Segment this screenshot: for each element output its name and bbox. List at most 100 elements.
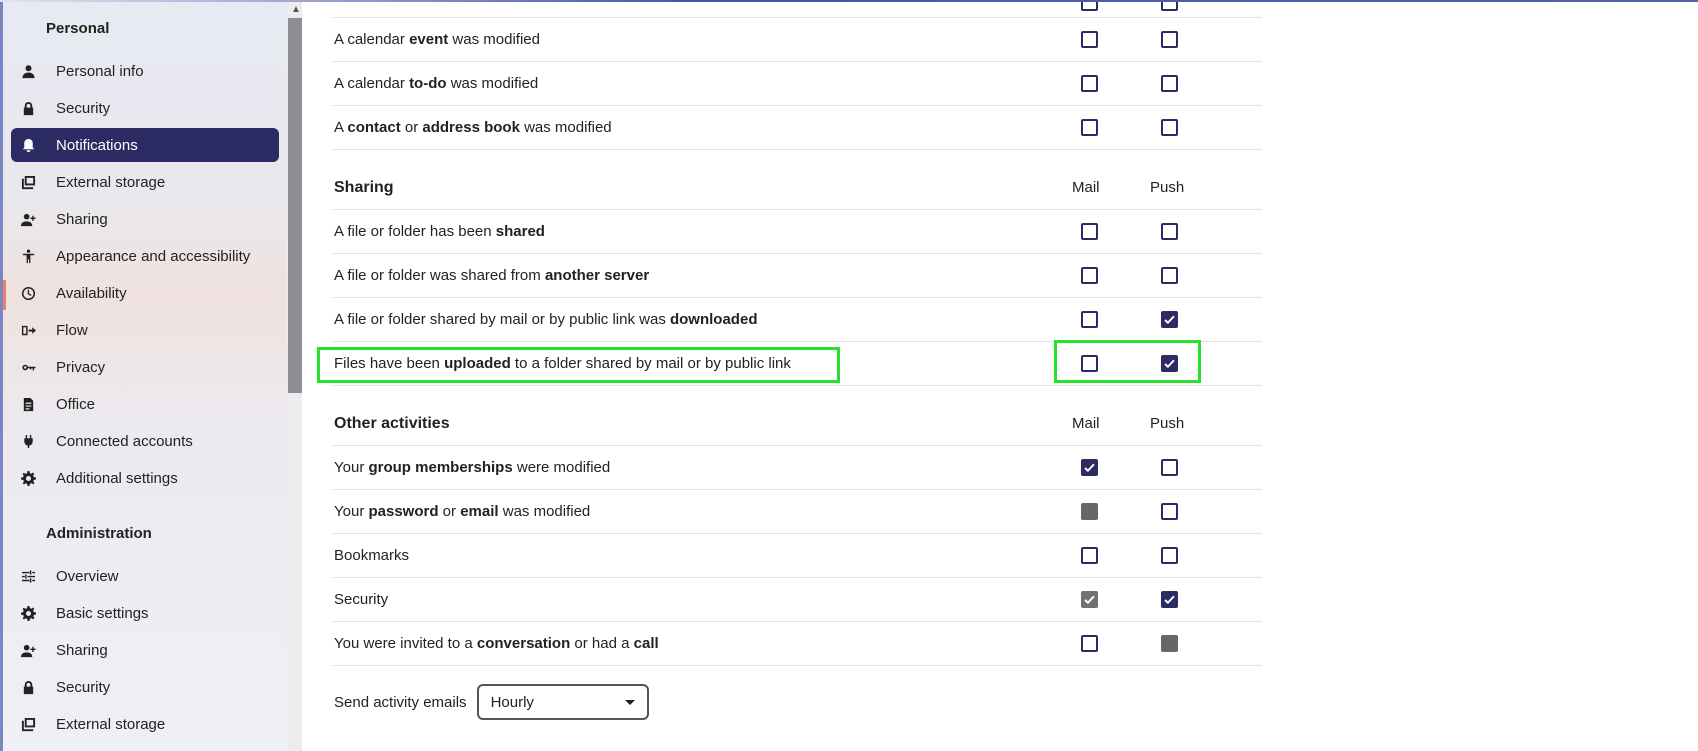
label-emphasis: address book (422, 119, 520, 136)
sidebar-item-label: Sharing (56, 210, 108, 228)
mail-checkbox[interactable] (1081, 355, 1098, 372)
notification-label: A file or folder shared by mail or by pu… (334, 311, 757, 328)
label-text: was modified (448, 31, 540, 48)
label-text: was modified (519, 119, 612, 136)
mail-checkbox[interactable] (1081, 503, 1098, 520)
label-text: A file or folder shared by mail or by pu… (334, 311, 670, 328)
settings-sidebar: Personal Personal info Security Notifica… (0, 0, 302, 751)
table-row: A file or folder was shared from another… (332, 254, 1262, 298)
accessibility-icon (20, 248, 36, 264)
push-checkbox[interactable] (1161, 547, 1178, 564)
sidebar-item-personal-info[interactable]: Personal info (11, 54, 279, 88)
lock-icon (20, 679, 36, 695)
sidebar-item-appearance[interactable]: Appearance and accessibility (11, 239, 279, 273)
flow-icon (20, 322, 36, 338)
push-checkbox[interactable] (1161, 459, 1178, 476)
label-emphasis: contact (347, 119, 401, 136)
sidebar-item-label: Security (56, 99, 111, 117)
table-row: A contact or address book was modified (332, 106, 1262, 150)
sidebar-item-office[interactable]: Office (11, 387, 279, 421)
label-text: A calendar (334, 31, 410, 48)
sidebar-item-connected-accounts[interactable]: Connected accounts (11, 424, 279, 458)
sidebar-item-admin-security[interactable]: Security (11, 670, 279, 704)
notification-label: Your password or email was modified (334, 503, 590, 520)
sidebar-item-label: Privacy (56, 358, 106, 376)
sidebar-item-security[interactable]: Security (11, 91, 279, 125)
chevron-down-icon (624, 700, 635, 705)
mail-checkbox[interactable] (1081, 591, 1098, 608)
mail-checkbox[interactable] (1081, 223, 1098, 240)
table-row: A file or folder shared by mail or by pu… (332, 298, 1262, 342)
activity-emails-select[interactable]: Hourly (476, 684, 649, 720)
notification-label: A contact or address book was modified (334, 119, 612, 136)
label-emphasis: conversation (476, 635, 571, 652)
label-text: Your (334, 503, 369, 520)
sidebar-item-overview[interactable]: Overview (11, 559, 279, 593)
label-text: A calendar (334, 75, 410, 92)
table-row: Bookmarks (332, 534, 1262, 578)
push-checkbox[interactable] (1161, 119, 1178, 136)
sidebar-item-privacy[interactable]: Privacy (11, 350, 279, 384)
person-icon (20, 63, 36, 79)
mail-checkbox[interactable] (1081, 119, 1098, 136)
scrollbar-thumb[interactable] (288, 18, 302, 393)
push-checkbox[interactable] (1161, 503, 1178, 520)
label-emphasis: another server (544, 267, 650, 284)
push-checkbox[interactable] (1161, 267, 1178, 284)
mail-checkbox[interactable] (1081, 31, 1098, 48)
external-storage-icon (20, 716, 36, 732)
other-activities-section-header: Other activities Mail Push (332, 402, 1262, 446)
lock-icon (20, 100, 36, 116)
mail-checkbox[interactable] (1081, 547, 1098, 564)
sidebar-item-label: Additional settings (56, 469, 178, 487)
label-text: to a folder shared by mail or by public … (510, 355, 791, 372)
share-person-icon (20, 642, 36, 658)
sidebar-item-label: Sharing (56, 641, 108, 659)
label-text: or (438, 503, 461, 520)
mail-column-header: Mail (1072, 415, 1100, 432)
push-checkbox[interactable] (1161, 75, 1178, 92)
push-checkbox[interactable] (1161, 591, 1178, 608)
mail-checkbox[interactable] (1081, 635, 1098, 652)
notification-label: Bookmarks (334, 547, 409, 564)
push-checkbox[interactable] (1161, 355, 1178, 372)
scroll-up-arrow-icon[interactable]: ▲ (287, 2, 302, 16)
notification-label: You were invited to a conversation or ha… (334, 635, 659, 652)
label-emphasis: password (368, 503, 439, 520)
label-text: Your (334, 459, 369, 476)
mail-checkbox[interactable] (1081, 75, 1098, 92)
gear-icon (20, 605, 36, 621)
sidebar-item-label: Connected accounts (56, 432, 193, 450)
push-checkbox[interactable] (1161, 311, 1178, 328)
sidebar-item-flow[interactable]: Flow (11, 313, 279, 347)
sidebar-item-label: Appearance and accessibility (56, 247, 251, 265)
sidebar-item-availability[interactable]: Availability (11, 276, 279, 310)
push-checkbox[interactable] (1161, 31, 1178, 48)
label-text: A file or folder was shared from (334, 267, 545, 284)
sidebar-scrollbar[interactable]: ▲ (287, 0, 302, 751)
mail-checkbox[interactable] (1081, 459, 1098, 476)
label-text: A file or folder has been (334, 223, 496, 240)
sidebar-item-admin-external-storage[interactable]: External storage (11, 707, 279, 741)
sidebar-item-admin-sharing[interactable]: Sharing (11, 633, 279, 667)
sidebar-item-additional-settings[interactable]: Additional settings (11, 461, 279, 495)
push-checkbox[interactable] (1161, 223, 1178, 240)
sidebar-item-external-storage[interactable]: External storage (11, 165, 279, 199)
sidebar-item-notifications[interactable]: Notifications (11, 128, 279, 162)
mail-checkbox[interactable] (1081, 267, 1098, 284)
sidebar-item-label: Overview (56, 567, 119, 585)
label-text: or (400, 119, 423, 136)
mail-checkbox[interactable] (1081, 311, 1098, 328)
table-row: Files have been uploaded to a folder sha… (332, 342, 1262, 386)
administration-section-title: Administration (46, 525, 152, 542)
sidebar-item-basic-settings[interactable]: Basic settings (11, 596, 279, 630)
push-checkbox[interactable] (1161, 635, 1178, 652)
sidebar-item-sharing[interactable]: Sharing (11, 202, 279, 236)
personal-section-title: Personal (46, 20, 110, 37)
plug-icon (20, 433, 36, 449)
push-column-header: Push (1150, 415, 1185, 432)
table-row: A file or folder has been shared (332, 210, 1262, 254)
label-emphasis: uploaded (444, 355, 511, 372)
sidebar-item-label: External storage (56, 715, 166, 733)
table-row: Your group memberships were modified (332, 446, 1262, 490)
